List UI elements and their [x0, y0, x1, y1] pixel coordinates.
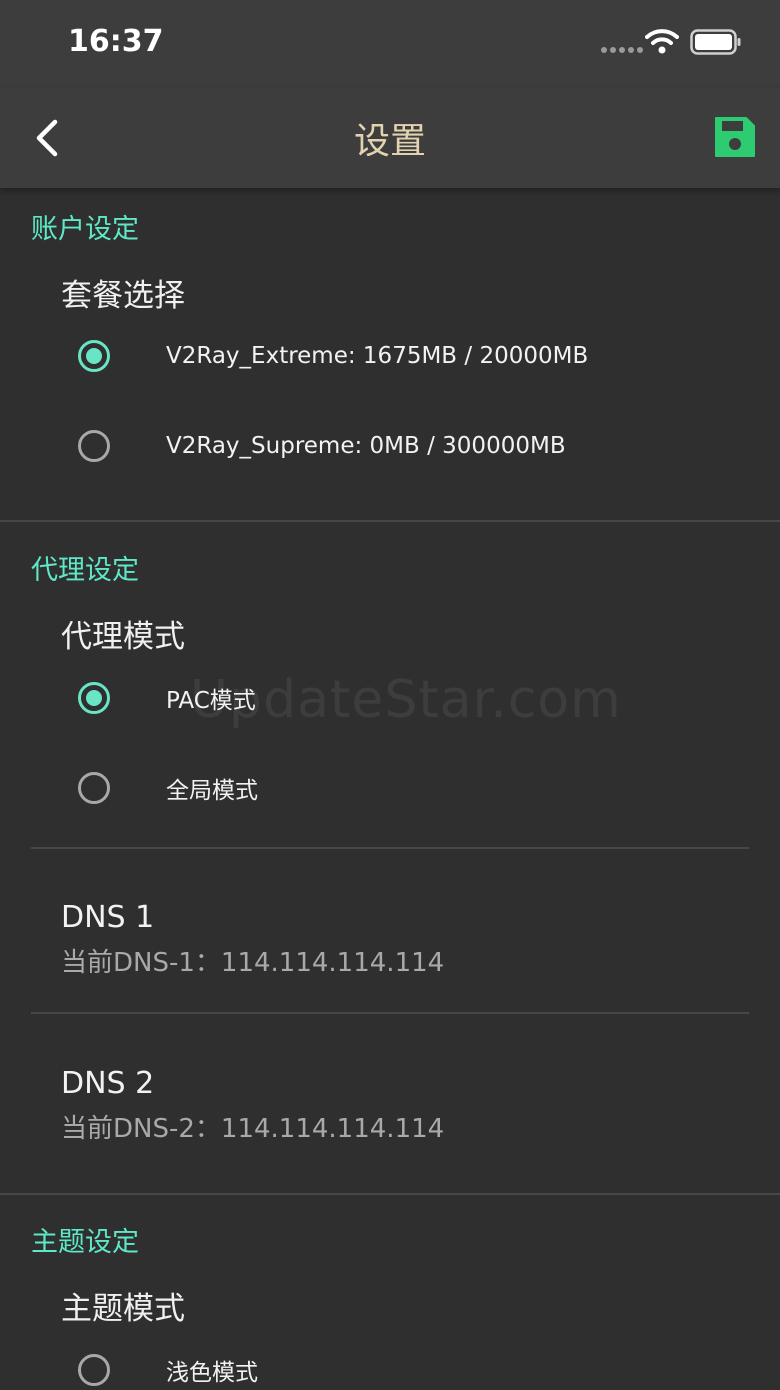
list-divider [31, 1012, 749, 1014]
section-divider [0, 1193, 780, 1195]
dns2-value: 当前DNS-2：114.114.114.114 [61, 1114, 445, 1144]
save-icon [715, 117, 755, 157]
cellular-signal-icon [601, 47, 643, 53]
section-title-account: 账户设定 [31, 214, 139, 245]
radio-unselected-icon [78, 772, 110, 804]
plan-option-supreme[interactable]: V2Ray_Supreme: 0MB / 300000MB [78, 426, 758, 466]
radio-unselected-icon [78, 1354, 110, 1386]
theme-option-label: 浅色模式 [166, 1360, 258, 1386]
proxy-mode-label: 代理模式 [61, 619, 185, 655]
section-title-proxy: 代理设定 [31, 555, 139, 586]
save-button[interactable] [712, 114, 758, 160]
plan-option-extreme[interactable]: V2Ray_Extreme: 1675MB / 20000MB [78, 336, 758, 376]
dns1-title: DNS 1 [61, 900, 155, 935]
plan-selection-label: 套餐选择 [61, 278, 185, 314]
theme-mode-label: 主题模式 [61, 1291, 185, 1327]
dns1-value: 当前DNS-1：114.114.114.114 [61, 948, 445, 978]
list-divider [31, 847, 749, 849]
status-bar: 16:37 [0, 0, 780, 88]
battery-icon [690, 29, 741, 55]
radio-unselected-icon [78, 430, 110, 462]
dns2-title: DNS 2 [61, 1066, 155, 1101]
watermark: UpdateStar.com [190, 670, 622, 730]
section-title-theme: 主题设定 [31, 1227, 139, 1258]
radio-selected-icon [78, 682, 110, 714]
proxy-option-global[interactable]: 全局模式 [78, 768, 758, 808]
proxy-option-label: 全局模式 [166, 778, 258, 804]
plan-option-label: V2Ray_Supreme: 0MB / 300000MB [166, 433, 566, 459]
radio-selected-icon [78, 340, 110, 372]
plan-option-label: V2Ray_Extreme: 1675MB / 20000MB [166, 343, 589, 369]
navigation-bar: 设置 [0, 88, 780, 188]
status-time: 16:37 [68, 24, 164, 59]
section-divider [0, 520, 780, 522]
page-title: 设置 [353, 121, 426, 162]
wifi-icon [645, 29, 679, 54]
theme-option-light[interactable]: 浅色模式 [78, 1350, 758, 1390]
